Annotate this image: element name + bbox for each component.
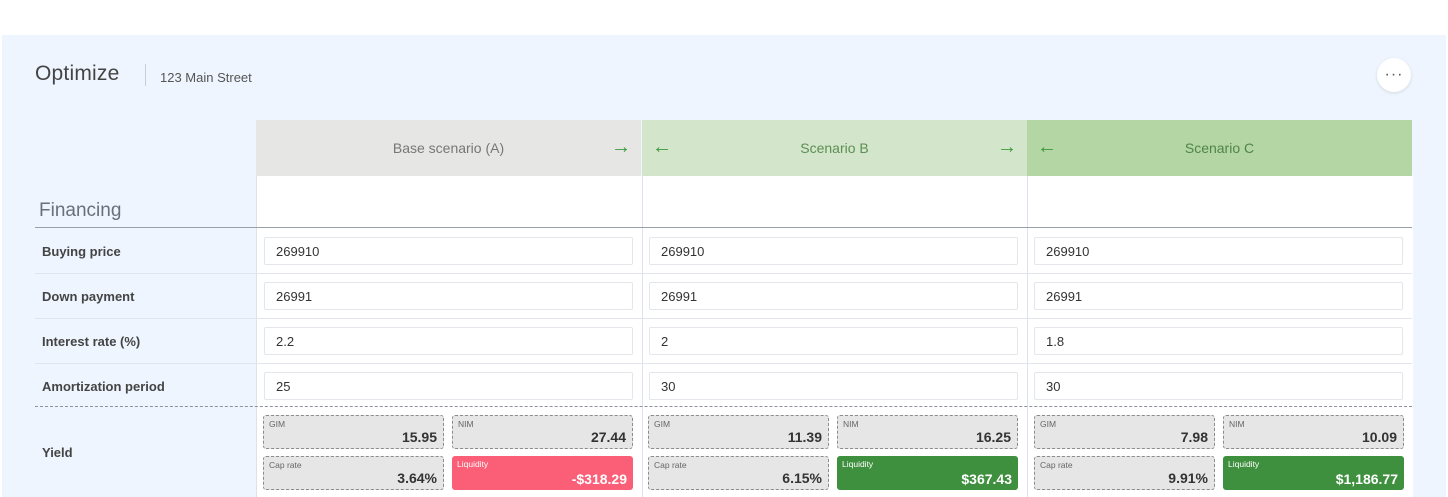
arrow-left-icon[interactable]: ← bbox=[652, 136, 672, 158]
page-title: Optimize bbox=[35, 62, 120, 85]
buying-price-input-a[interactable] bbox=[264, 237, 633, 265]
metric-value: -$318.29 bbox=[571, 471, 627, 487]
metric-value: 27.44 bbox=[590, 429, 626, 445]
gim-metric-a: GIM 15.95 bbox=[263, 415, 444, 449]
arrow-left-icon[interactable]: ← bbox=[1037, 136, 1057, 158]
row-divider bbox=[35, 318, 1412, 319]
buying-price-input-c[interactable] bbox=[1034, 237, 1403, 265]
metric-value: $1,186.77 bbox=[1335, 471, 1398, 487]
scenario-header-c: ← Scenario C bbox=[1027, 120, 1412, 176]
scenario-header-a: Base scenario (A) → bbox=[256, 120, 641, 176]
nim-metric-c: NIM 10.09 bbox=[1223, 415, 1404, 449]
cap-rate-metric-a: Cap rate 3.64% bbox=[263, 456, 444, 490]
row-divider bbox=[35, 363, 1412, 364]
title-separator bbox=[145, 64, 146, 86]
metric-value: 6.15% bbox=[782, 470, 822, 486]
metric-value: 16.25 bbox=[975, 429, 1011, 445]
metric-label: Cap rate bbox=[1040, 460, 1073, 470]
nim-metric-b: NIM 16.25 bbox=[837, 415, 1018, 449]
metric-label: NIM bbox=[1229, 419, 1245, 429]
liquidity-metric-a: Liquidity -$318.29 bbox=[452, 456, 633, 490]
metric-label: GIM bbox=[1040, 419, 1057, 429]
down-payment-input-c[interactable] bbox=[1034, 282, 1403, 310]
scenario-name: Scenario B bbox=[800, 140, 869, 156]
interest-rate-input-c[interactable] bbox=[1034, 327, 1403, 355]
scenario-name: Scenario C bbox=[1184, 140, 1255, 156]
row-label-buying-price: Buying price bbox=[42, 244, 121, 259]
gim-metric-b: GIM 11.39 bbox=[648, 415, 829, 449]
metric-label: GIM bbox=[654, 419, 671, 429]
metric-value: 15.95 bbox=[401, 429, 437, 445]
section-title-financing: Financing bbox=[39, 200, 122, 221]
metric-value: $367.43 bbox=[961, 471, 1012, 487]
metric-value: 9.91% bbox=[1168, 470, 1208, 486]
buying-price-input-b[interactable] bbox=[649, 237, 1018, 265]
metric-value: 10.09 bbox=[1361, 429, 1397, 445]
optimize-panel: Optimize 123 Main Street ··· Base scenar… bbox=[2, 35, 1446, 497]
row-label-yield: Yield bbox=[42, 445, 73, 460]
arrow-right-icon[interactable]: → bbox=[611, 136, 631, 158]
amortization-input-b[interactable] bbox=[649, 372, 1018, 400]
amortization-input-a[interactable] bbox=[264, 372, 633, 400]
amortization-input-c[interactable] bbox=[1034, 372, 1403, 400]
interest-rate-input-a[interactable] bbox=[264, 327, 633, 355]
metric-label: Liquidity bbox=[842, 459, 874, 469]
metric-value: 7.98 bbox=[1180, 429, 1208, 445]
yield-divider bbox=[35, 406, 1412, 407]
down-payment-input-b[interactable] bbox=[649, 282, 1018, 310]
interest-rate-input-b[interactable] bbox=[649, 327, 1018, 355]
metric-label: NIM bbox=[843, 419, 859, 429]
metric-label: Cap rate bbox=[654, 460, 687, 470]
metric-value: 3.64% bbox=[397, 470, 437, 486]
section-divider bbox=[35, 227, 1412, 228]
liquidity-metric-c: Liquidity $1,186.77 bbox=[1223, 456, 1404, 490]
more-dots-icon: ··· bbox=[1384, 66, 1404, 83]
metric-label: Liquidity bbox=[457, 459, 489, 469]
arrow-right-icon[interactable]: → bbox=[997, 136, 1017, 158]
metric-label: Liquidity bbox=[1228, 459, 1260, 469]
cap-rate-metric-b: Cap rate 6.15% bbox=[648, 456, 829, 490]
metric-label: NIM bbox=[458, 419, 474, 429]
metric-label: Cap rate bbox=[269, 460, 302, 470]
scenario-name: Base scenario (A) bbox=[392, 140, 505, 156]
row-label-interest-rate: Interest rate (%) bbox=[42, 334, 141, 349]
gim-metric-c: GIM 7.98 bbox=[1034, 415, 1215, 449]
scenario-header-b: ← Scenario B → bbox=[642, 120, 1027, 176]
row-divider bbox=[35, 273, 1412, 274]
property-address: 123 Main Street bbox=[160, 70, 252, 85]
metric-value: 11.39 bbox=[787, 429, 822, 445]
metric-label: GIM bbox=[269, 419, 286, 429]
more-options-button[interactable]: ··· bbox=[1377, 58, 1411, 92]
row-label-down-payment: Down payment bbox=[42, 289, 135, 304]
nim-metric-a: NIM 27.44 bbox=[452, 415, 633, 449]
row-label-amortization: Amortization period bbox=[42, 379, 165, 394]
down-payment-input-a[interactable] bbox=[264, 282, 633, 310]
cap-rate-metric-c: Cap rate 9.91% bbox=[1034, 456, 1215, 490]
liquidity-metric-b: Liquidity $367.43 bbox=[837, 456, 1018, 490]
